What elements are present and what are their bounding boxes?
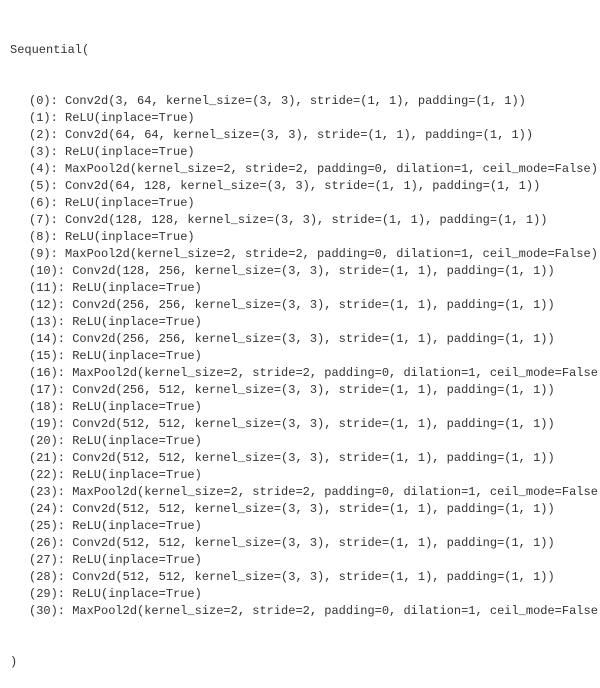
- layer-line-7: (7): Conv2d(128, 128, kernel_size=(3, 3)…: [10, 212, 590, 229]
- layer-line-15: (15): ReLU(inplace=True): [10, 348, 590, 365]
- sequential-footer: ): [10, 654, 590, 671]
- layer-line-8: (8): ReLU(inplace=True): [10, 229, 590, 246]
- layer-line-19: (19): Conv2d(512, 512, kernel_size=(3, 3…: [10, 416, 590, 433]
- layer-line-20: (20): ReLU(inplace=True): [10, 433, 590, 450]
- layer-line-17: (17): Conv2d(256, 512, kernel_size=(3, 3…: [10, 382, 590, 399]
- layer-line-24: (24): Conv2d(512, 512, kernel_size=(3, 3…: [10, 501, 590, 518]
- layer-line-9: (9): MaxPool2d(kernel_size=2, stride=2, …: [10, 246, 590, 263]
- layer-line-6: (6): ReLU(inplace=True): [10, 195, 590, 212]
- layer-line-30: (30): MaxPool2d(kernel_size=2, stride=2,…: [10, 603, 590, 620]
- layer-line-18: (18): ReLU(inplace=True): [10, 399, 590, 416]
- layer-line-11: (11): ReLU(inplace=True): [10, 280, 590, 297]
- layer-line-25: (25): ReLU(inplace=True): [10, 518, 590, 535]
- layer-line-1: (1): ReLU(inplace=True): [10, 110, 590, 127]
- layer-line-2: (2): Conv2d(64, 64, kernel_size=(3, 3), …: [10, 127, 590, 144]
- layer-line-22: (22): ReLU(inplace=True): [10, 467, 590, 484]
- layer-line-13: (13): ReLU(inplace=True): [10, 314, 590, 331]
- layer-line-26: (26): Conv2d(512, 512, kernel_size=(3, 3…: [10, 535, 590, 552]
- layer-line-3: (3): ReLU(inplace=True): [10, 144, 590, 161]
- layer-line-16: (16): MaxPool2d(kernel_size=2, stride=2,…: [10, 365, 590, 382]
- model-summary-container: Sequential( (0): Conv2d(3, 64, kernel_si…: [10, 8, 590, 688]
- layers-container: (0): Conv2d(3, 64, kernel_size=(3, 3), s…: [10, 93, 590, 620]
- sequential-header: Sequential(: [10, 42, 590, 59]
- layer-line-14: (14): Conv2d(256, 256, kernel_size=(3, 3…: [10, 331, 590, 348]
- layer-line-0: (0): Conv2d(3, 64, kernel_size=(3, 3), s…: [10, 93, 590, 110]
- layer-line-4: (4): MaxPool2d(kernel_size=2, stride=2, …: [10, 161, 590, 178]
- layer-line-12: (12): Conv2d(256, 256, kernel_size=(3, 3…: [10, 297, 590, 314]
- layer-line-23: (23): MaxPool2d(kernel_size=2, stride=2,…: [10, 484, 590, 501]
- layer-line-27: (27): ReLU(inplace=True): [10, 552, 590, 569]
- layer-line-29: (29): ReLU(inplace=True): [10, 586, 590, 603]
- layer-line-28: (28): Conv2d(512, 512, kernel_size=(3, 3…: [10, 569, 590, 586]
- layer-line-5: (5): Conv2d(64, 128, kernel_size=(3, 3),…: [10, 178, 590, 195]
- layer-line-10: (10): Conv2d(128, 256, kernel_size=(3, 3…: [10, 263, 590, 280]
- layer-line-21: (21): Conv2d(512, 512, kernel_size=(3, 3…: [10, 450, 590, 467]
